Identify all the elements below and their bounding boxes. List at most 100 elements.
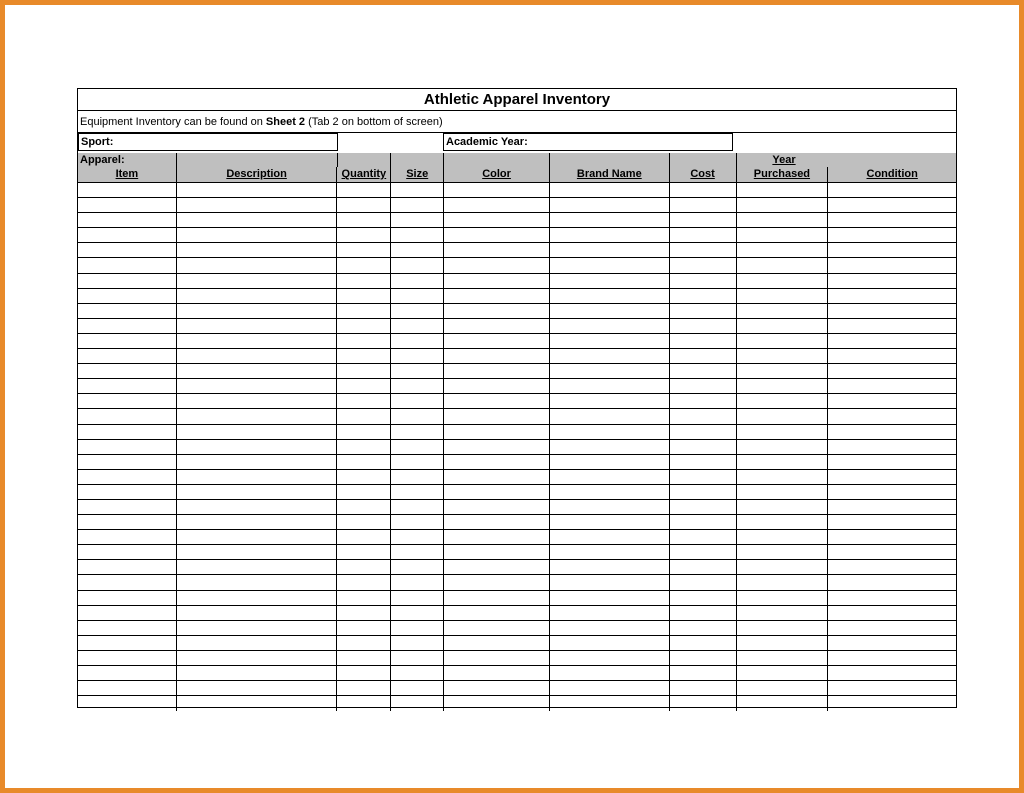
table-cell[interactable]	[670, 636, 737, 650]
table-cell[interactable]	[737, 485, 829, 499]
table-cell[interactable]	[444, 515, 550, 529]
table-cell[interactable]	[78, 470, 177, 484]
table-cell[interactable]	[828, 515, 956, 529]
table-cell[interactable]	[550, 394, 670, 408]
table-cell[interactable]	[828, 606, 956, 620]
table-row[interactable]	[78, 349, 956, 364]
table-cell[interactable]	[391, 228, 444, 242]
table-cell[interactable]	[391, 515, 444, 529]
table-cell[interactable]	[391, 183, 444, 197]
table-cell[interactable]	[444, 228, 550, 242]
table-row[interactable]	[78, 289, 956, 304]
table-cell[interactable]	[444, 213, 550, 227]
table-cell[interactable]	[177, 636, 338, 650]
table-cell[interactable]	[737, 470, 829, 484]
table-cell[interactable]	[177, 364, 338, 378]
table-cell[interactable]	[670, 319, 737, 333]
table-row[interactable]	[78, 440, 956, 455]
table-row[interactable]	[78, 228, 956, 243]
table-row[interactable]	[78, 591, 956, 606]
table-cell[interactable]	[737, 636, 829, 650]
table-cell[interactable]	[737, 319, 829, 333]
table-cell[interactable]	[391, 364, 444, 378]
table-cell[interactable]	[737, 515, 829, 529]
table-cell[interactable]	[337, 515, 391, 529]
table-cell[interactable]	[737, 560, 829, 574]
table-cell[interactable]	[391, 545, 444, 559]
table-cell[interactable]	[391, 560, 444, 574]
table-cell[interactable]	[177, 545, 338, 559]
table-cell[interactable]	[828, 470, 956, 484]
table-cell[interactable]	[177, 575, 338, 589]
table-cell[interactable]	[78, 515, 177, 529]
table-cell[interactable]	[670, 243, 737, 257]
table-row[interactable]	[78, 545, 956, 560]
table-cell[interactable]	[737, 425, 829, 439]
table-cell[interactable]	[670, 666, 737, 680]
table-cell[interactable]	[337, 334, 391, 348]
table-row[interactable]	[78, 425, 956, 440]
table-cell[interactable]	[337, 545, 391, 559]
table-cell[interactable]	[737, 455, 829, 469]
table-cell[interactable]	[78, 591, 177, 605]
table-cell[interactable]	[550, 440, 670, 454]
table-cell[interactable]	[670, 440, 737, 454]
table-cell[interactable]	[177, 681, 338, 695]
table-cell[interactable]	[78, 606, 177, 620]
table-cell[interactable]	[177, 304, 338, 318]
table-cell[interactable]	[444, 500, 550, 514]
table-cell[interactable]	[828, 304, 956, 318]
table-cell[interactable]	[337, 606, 391, 620]
table-cell[interactable]	[670, 274, 737, 288]
table-cell[interactable]	[444, 364, 550, 378]
table-cell[interactable]	[550, 636, 670, 650]
table-cell[interactable]	[391, 500, 444, 514]
table-cell[interactable]	[670, 258, 737, 272]
table-cell[interactable]	[391, 274, 444, 288]
table-cell[interactable]	[737, 304, 829, 318]
table-cell[interactable]	[737, 500, 829, 514]
table-cell[interactable]	[337, 258, 391, 272]
table-cell[interactable]	[444, 274, 550, 288]
table-cell[interactable]	[391, 606, 444, 620]
table-cell[interactable]	[78, 394, 177, 408]
table-row[interactable]	[78, 243, 956, 258]
table-cell[interactable]	[177, 349, 338, 363]
table-cell[interactable]	[78, 183, 177, 197]
sport-field[interactable]: Sport:	[78, 133, 338, 151]
table-cell[interactable]	[177, 500, 338, 514]
table-row[interactable]	[78, 621, 956, 636]
table-cell[interactable]	[828, 258, 956, 272]
table-cell[interactable]	[828, 364, 956, 378]
table-cell[interactable]	[391, 575, 444, 589]
table-cell[interactable]	[828, 213, 956, 227]
table-cell[interactable]	[177, 425, 338, 439]
table-cell[interactable]	[828, 530, 956, 544]
table-cell[interactable]	[337, 470, 391, 484]
table-cell[interactable]	[78, 545, 177, 559]
table-cell[interactable]	[828, 289, 956, 303]
table-cell[interactable]	[78, 485, 177, 499]
table-cell[interactable]	[337, 379, 391, 393]
table-cell[interactable]	[444, 243, 550, 257]
table-cell[interactable]	[337, 681, 391, 695]
table-cell[interactable]	[177, 455, 338, 469]
table-cell[interactable]	[391, 213, 444, 227]
table-cell[interactable]	[337, 289, 391, 303]
table-cell[interactable]	[550, 409, 670, 423]
table-cell[interactable]	[550, 575, 670, 589]
table-cell[interactable]	[391, 409, 444, 423]
table-cell[interactable]	[391, 379, 444, 393]
table-cell[interactable]	[444, 696, 550, 711]
table-cell[interactable]	[444, 258, 550, 272]
table-cell[interactable]	[78, 228, 177, 242]
table-cell[interactable]	[737, 394, 829, 408]
table-cell[interactable]	[337, 666, 391, 680]
table-cell[interactable]	[177, 213, 338, 227]
table-cell[interactable]	[550, 243, 670, 257]
table-cell[interactable]	[444, 425, 550, 439]
table-cell[interactable]	[337, 696, 391, 711]
table-cell[interactable]	[737, 198, 829, 212]
table-cell[interactable]	[444, 606, 550, 620]
table-cell[interactable]	[444, 651, 550, 665]
